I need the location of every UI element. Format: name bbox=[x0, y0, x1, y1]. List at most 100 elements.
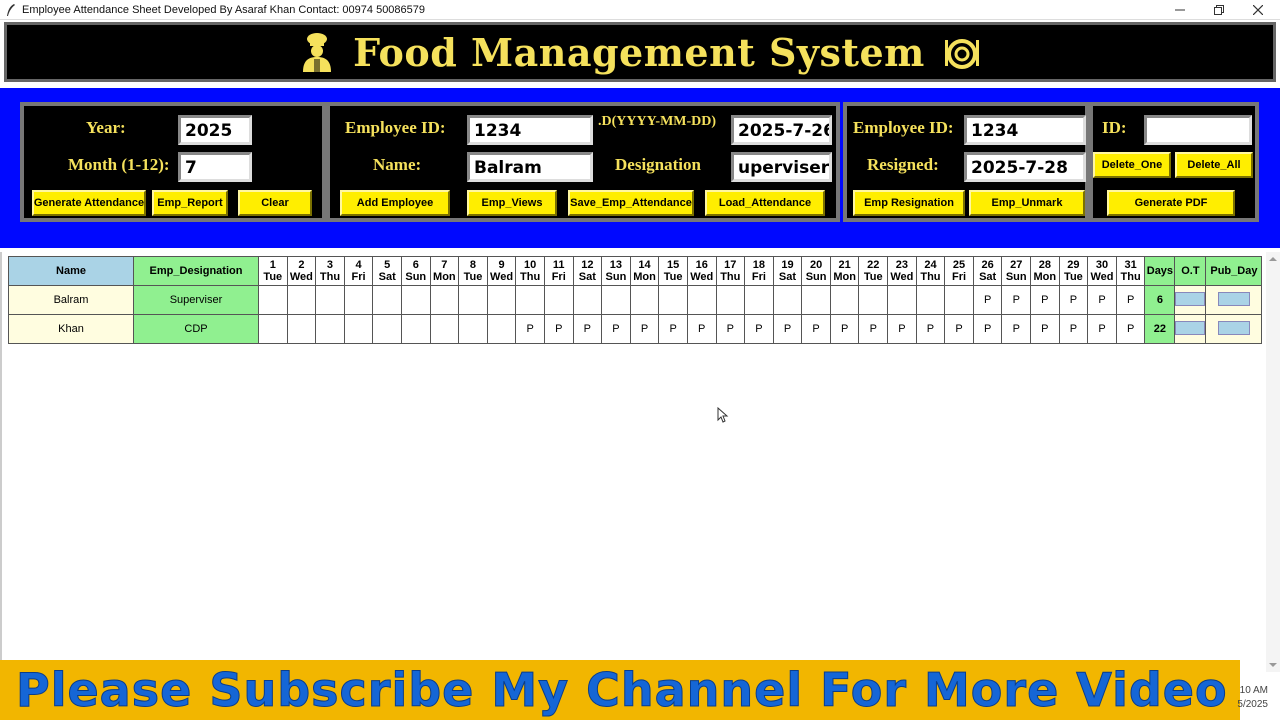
ot-input[interactable] bbox=[1175, 320, 1205, 335]
attendance-cell[interactable] bbox=[372, 285, 402, 315]
resign-employee-id-input[interactable]: 1234 bbox=[964, 115, 1086, 145]
attendance-cell[interactable]: P bbox=[515, 314, 545, 344]
attendance-cell[interactable] bbox=[486, 285, 517, 315]
attendance-cell[interactable] bbox=[400, 285, 431, 315]
ot-input[interactable] bbox=[1175, 291, 1205, 306]
date-input[interactable]: 2025-7-26 bbox=[731, 115, 832, 145]
generate-pdf-button[interactable]: Generate PDF bbox=[1107, 190, 1235, 216]
attendance-cell[interactable]: P bbox=[601, 314, 631, 344]
emp-resignation-button[interactable]: Emp Resignation bbox=[853, 190, 965, 216]
days-count-cell[interactable]: 6 bbox=[1144, 285, 1176, 315]
delete-all-button[interactable]: Delete_All bbox=[1175, 152, 1253, 178]
attendance-cell[interactable]: P bbox=[829, 314, 860, 344]
attendance-cell[interactable] bbox=[458, 285, 488, 315]
attendance-cell[interactable]: P bbox=[1058, 314, 1089, 344]
attendance-cell[interactable]: P bbox=[1001, 314, 1032, 344]
emp-unmark-button[interactable]: Emp_Unmark bbox=[969, 190, 1085, 216]
attendance-cell[interactable] bbox=[858, 285, 889, 315]
pubday-cell[interactable] bbox=[1205, 285, 1263, 315]
attendance-cell[interactable] bbox=[429, 314, 460, 344]
attendance-cell[interactable] bbox=[286, 314, 317, 344]
attendance-cell[interactable] bbox=[801, 285, 831, 315]
employee-name-cell[interactable]: Balram bbox=[8, 285, 134, 315]
delete-one-button[interactable]: Delete_One bbox=[1093, 152, 1171, 178]
attendance-cell[interactable]: P bbox=[887, 314, 917, 344]
attendance-cell[interactable] bbox=[315, 285, 345, 315]
attendance-cell[interactable] bbox=[629, 285, 660, 315]
ot-cell[interactable] bbox=[1174, 314, 1207, 344]
vertical-scrollbar[interactable] bbox=[1266, 252, 1280, 672]
attendance-cell[interactable] bbox=[315, 314, 345, 344]
attendance-cell[interactable]: P bbox=[715, 314, 746, 344]
attendance-cell[interactable]: P bbox=[572, 314, 603, 344]
attendance-cell[interactable] bbox=[372, 314, 402, 344]
load-attendance-button[interactable]: Load_Attendance bbox=[705, 190, 825, 216]
designation-cell[interactable]: Superviser bbox=[133, 285, 259, 315]
pubday-input[interactable] bbox=[1217, 320, 1250, 335]
attendance-cell[interactable] bbox=[944, 285, 974, 315]
designation-cell[interactable]: CDP bbox=[133, 314, 259, 344]
attendance-cell[interactable] bbox=[572, 285, 603, 315]
attendance-cell[interactable] bbox=[486, 314, 517, 344]
table-row[interactable]: Khan CDP P P P P P P P P P P P P P P P P P P P P P P 22 bbox=[8, 314, 1263, 344]
designation-input[interactable]: uperviser bbox=[731, 152, 832, 182]
attendance-cell[interactable] bbox=[915, 285, 946, 315]
attendance-cell[interactable] bbox=[715, 285, 746, 315]
year-input[interactable]: 2025 bbox=[178, 115, 252, 145]
attendance-cell[interactable]: P bbox=[1087, 314, 1117, 344]
id-input[interactable] bbox=[1144, 115, 1252, 145]
attendance-cell[interactable] bbox=[686, 285, 717, 315]
attendance-cell[interactable] bbox=[658, 285, 688, 315]
attendance-cell[interactable] bbox=[258, 314, 288, 344]
attendance-cell[interactable]: P bbox=[1030, 285, 1060, 315]
attendance-cell[interactable]: P bbox=[1115, 314, 1146, 344]
attendance-cell[interactable]: P bbox=[972, 314, 1003, 344]
attendance-cell[interactable]: P bbox=[1001, 285, 1032, 315]
attendance-cell[interactable] bbox=[887, 285, 917, 315]
attendance-cell[interactable]: P bbox=[686, 314, 717, 344]
attendance-cell[interactable] bbox=[400, 314, 431, 344]
attendance-cell[interactable]: P bbox=[543, 314, 574, 344]
attendance-cell[interactable]: P bbox=[972, 285, 1003, 315]
attendance-cell[interactable]: P bbox=[1058, 285, 1089, 315]
attendance-cell[interactable]: P bbox=[658, 314, 688, 344]
attendance-cell[interactable]: P bbox=[1087, 285, 1117, 315]
clear-button[interactable]: Clear bbox=[238, 190, 312, 216]
employee-id-input[interactable]: 1234 bbox=[467, 115, 593, 145]
add-employee-button[interactable]: Add Employee bbox=[340, 190, 450, 216]
attendance-cell[interactable]: P bbox=[915, 314, 946, 344]
attendance-cell[interactable] bbox=[744, 285, 774, 315]
maximize-button[interactable] bbox=[1199, 0, 1239, 20]
emp-views-button[interactable]: Emp_Views bbox=[467, 190, 557, 216]
emp-report-button[interactable]: Emp_Report bbox=[152, 190, 228, 216]
attendance-cell[interactable] bbox=[515, 285, 545, 315]
attendance-cell[interactable]: P bbox=[858, 314, 889, 344]
ot-cell[interactable] bbox=[1174, 285, 1207, 315]
attendance-cell[interactable] bbox=[772, 285, 803, 315]
attendance-cell[interactable]: P bbox=[944, 314, 974, 344]
days-count-cell[interactable]: 22 bbox=[1144, 314, 1176, 344]
name-input[interactable]: Balram bbox=[467, 152, 593, 182]
attendance-cell[interactable] bbox=[343, 285, 374, 315]
close-button[interactable] bbox=[1238, 0, 1278, 20]
attendance-cell[interactable] bbox=[343, 314, 374, 344]
attendance-cell[interactable] bbox=[601, 285, 631, 315]
attendance-cell[interactable] bbox=[258, 285, 288, 315]
table-row[interactable]: Balram Superviser P P P P P P 6 bbox=[8, 285, 1263, 315]
attendance-cell[interactable]: P bbox=[801, 314, 831, 344]
attendance-cell[interactable]: P bbox=[1030, 314, 1060, 344]
save-emp-attendance-button[interactable]: Save_Emp_Attendance bbox=[568, 190, 694, 216]
attendance-cell[interactable] bbox=[286, 285, 317, 315]
attendance-cell[interactable]: P bbox=[1115, 285, 1146, 315]
attendance-cell[interactable]: P bbox=[744, 314, 774, 344]
pubday-input[interactable] bbox=[1217, 291, 1250, 306]
minimize-button[interactable] bbox=[1160, 0, 1200, 20]
resigned-date-input[interactable]: 2025-7-28 bbox=[964, 152, 1086, 182]
attendance-cell[interactable] bbox=[543, 285, 574, 315]
employee-name-cell[interactable]: Khan bbox=[8, 314, 134, 344]
generate-attendance-button[interactable]: Generate Attendance bbox=[32, 190, 146, 216]
month-input[interactable]: 7 bbox=[178, 152, 252, 182]
pubday-cell[interactable] bbox=[1205, 314, 1263, 344]
attendance-cell[interactable] bbox=[829, 285, 860, 315]
attendance-cell[interactable]: P bbox=[772, 314, 803, 344]
